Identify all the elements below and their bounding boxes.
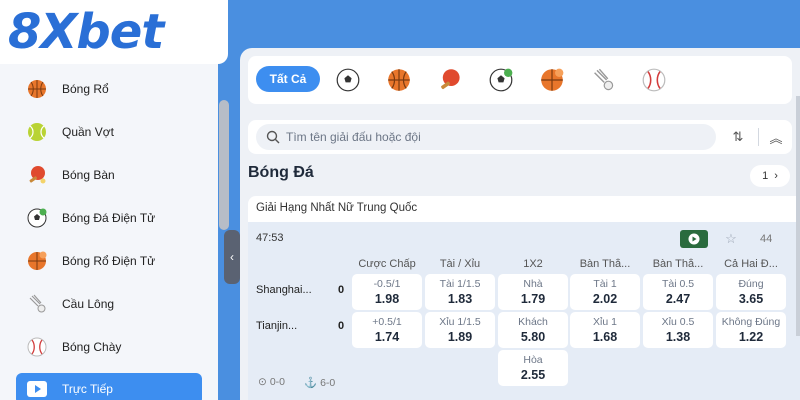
sidebar-item-ebasketball[interactable]: Bóng Rổ Điện Tử	[16, 246, 202, 276]
sidebar-item-label: Bóng Rổ Điện Tử	[62, 254, 156, 268]
baseball-icon	[26, 336, 48, 358]
league-card: Giải Hạng Nhất Nữ Trung Quốc 47:53 ☆ 44 …	[248, 196, 800, 400]
sidebar-item-label: Quần Vợt	[62, 125, 114, 139]
match-time: 47:53	[256, 232, 284, 244]
main-scrollbar[interactable]	[796, 96, 800, 336]
esoccer-icon[interactable]	[487, 66, 515, 94]
esoccer-icon	[26, 207, 48, 229]
away-score: 0	[338, 320, 345, 332]
odds-cell-draw[interactable]: Hòa 2.55	[498, 350, 568, 386]
live-stream-button[interactable]	[680, 230, 708, 248]
favorite-star-icon[interactable]: ☆	[722, 230, 740, 248]
sidebar: Bóng Rổ Quần Vợt Bóng Bàn Bóng Đá Điện T…	[0, 64, 218, 400]
pager-button[interactable]: 1 ›	[750, 165, 790, 187]
odds-cell[interactable]: Tài 0.5 2.47	[643, 274, 713, 310]
shuttlecock-icon[interactable]	[589, 66, 617, 94]
sidebar-item-label: Bóng Bàn	[62, 168, 115, 182]
collapse-sidebar-button[interactable]: ‹	[224, 230, 240, 284]
sidebar-item-label: Bóng Chày	[62, 340, 122, 354]
sidebar-item-basketball[interactable]: Bóng Rổ	[16, 74, 202, 104]
filter-all-chip[interactable]: Tất Cả	[256, 66, 320, 92]
column-header: Bàn Thắ...	[652, 258, 704, 270]
column-header: Bàn Thắ...	[579, 258, 631, 270]
odds-cell[interactable]: Khách 5.80	[498, 312, 568, 348]
tennis-ball-icon	[26, 121, 48, 143]
collapse-all-icon[interactable]: ︽	[766, 127, 786, 147]
other-stat: ⚓ 6-0	[304, 376, 336, 390]
column-header: Tài / Xỉu	[439, 258, 481, 270]
main-panel: Tất Cả ⇅ ︽ Bóng	[240, 48, 800, 400]
odds-cell[interactable]: Xỉu 1 1.68	[570, 312, 640, 348]
search-icon	[266, 130, 280, 144]
sidebar-item-esoccer[interactable]: Bóng Đá Điện Tử	[16, 203, 202, 233]
sidebar-scrollbar[interactable]	[219, 100, 229, 230]
chevron-left-icon: ‹	[230, 250, 234, 264]
column-header: Cược Chấp	[358, 258, 416, 270]
table-tennis-icon[interactable]	[436, 66, 464, 94]
basketball-icon[interactable]	[385, 66, 413, 94]
odds-cell[interactable]: Đúng 3.65	[716, 274, 786, 310]
ebasketball-icon	[26, 250, 48, 272]
column-header: Cả Hai Đ...	[724, 258, 778, 270]
sidebar-item-label: Cầu Lông	[62, 297, 115, 311]
away-team-name: Tianjin...	[256, 320, 298, 332]
brand-logo[interactable]: 8Xbet	[0, 0, 228, 64]
corners-stat: ⊙ 0-0	[258, 376, 285, 388]
more-markets-count[interactable]: 44	[760, 233, 772, 245]
odds-cell[interactable]: +0.5/1 1.74	[352, 312, 422, 348]
home-score: 0	[338, 284, 345, 296]
search-panel: ⇅ ︽	[248, 120, 792, 154]
odds-cell[interactable]: -0.5/1 1.98	[352, 274, 422, 310]
search-input[interactable]	[286, 130, 706, 144]
sidebar-item-label: Bóng Đá Điện Tử	[62, 211, 156, 225]
sidebar-item-live[interactable]: Trực Tiếp	[16, 373, 202, 400]
column-header: 1X2	[523, 258, 543, 270]
basketball-icon	[26, 78, 48, 100]
sidebar-item-tennis[interactable]: Quần Vợt	[16, 117, 202, 147]
sidebar-item-table-tennis[interactable]: Bóng Bàn	[16, 160, 202, 190]
play-icon	[688, 233, 700, 245]
shuttlecock-icon	[26, 293, 48, 315]
odds-cell[interactable]: Tài 1 2.02	[570, 274, 640, 310]
divider	[758, 128, 759, 146]
corner-icon: ⊙	[258, 376, 267, 388]
odds-cell[interactable]: Xỉu 1/1.5 1.89	[425, 312, 495, 348]
sidebar-item-badminton[interactable]: Cầu Lông	[16, 289, 202, 319]
section-title: Bóng Đá	[248, 164, 314, 181]
soccer-ball-icon[interactable]	[334, 66, 362, 94]
anchor-icon: ⚓	[304, 377, 318, 389]
sidebar-item-label: Bóng Rổ	[62, 82, 109, 96]
chevron-right-icon: ›	[774, 170, 778, 182]
search-box[interactable]	[256, 124, 716, 150]
odds-cell[interactable]: Xỉu 0.5 1.38	[643, 312, 713, 348]
odds-cell[interactable]: Tài 1/1.5 1.83	[425, 274, 495, 310]
odds-cell[interactable]: Không Đúng 1.22	[716, 312, 786, 348]
odds-cell[interactable]: Nhà 1.79	[498, 274, 568, 310]
sort-icon[interactable]: ⇅	[728, 127, 748, 147]
sports-filter-bar: Tất Cả	[248, 56, 792, 104]
sidebar-item-label: Trực Tiếp	[62, 382, 113, 396]
logo-text: 8Xbet	[8, 4, 164, 60]
page-number: 1	[762, 170, 769, 182]
table-tennis-icon	[26, 164, 48, 186]
ebasketball-icon[interactable]	[538, 66, 566, 94]
live-play-icon	[26, 378, 48, 400]
league-name[interactable]: Giải Hạng Nhất Nữ Trung Quốc	[256, 202, 417, 214]
sidebar-item-baseball[interactable]: Bóng Chày	[16, 332, 202, 362]
match-row: 47:53 ☆ 44 Cược Chấp Tài / Xỉu 1X2 Bàn T…	[248, 222, 800, 400]
home-team-name: Shanghai...	[256, 284, 312, 296]
baseball-icon[interactable]	[640, 66, 668, 94]
